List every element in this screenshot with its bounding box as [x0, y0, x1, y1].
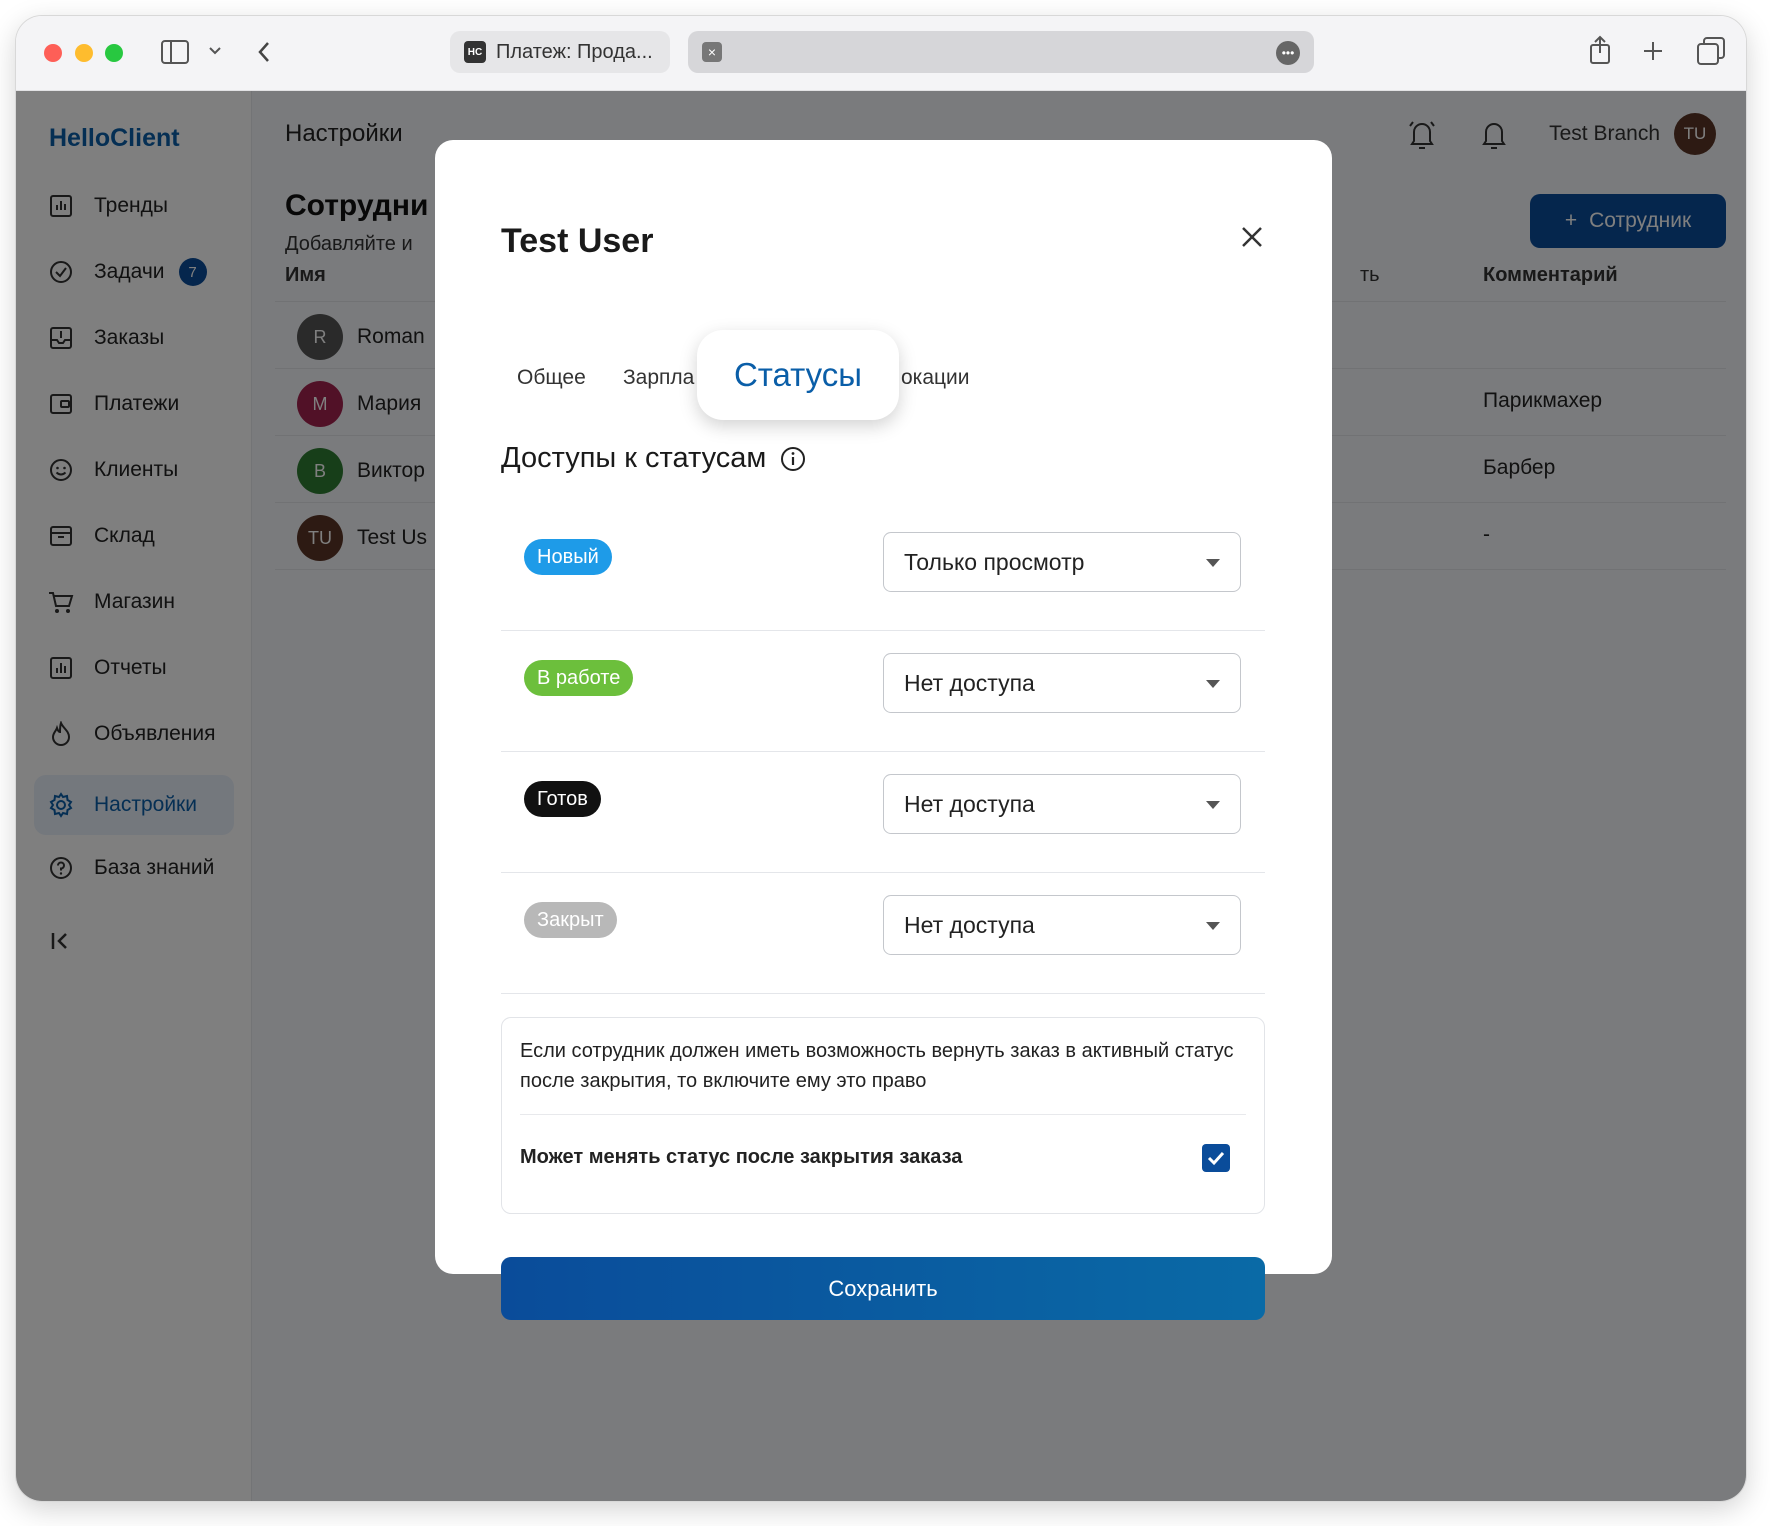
caret-down-icon [1206, 559, 1220, 567]
close-icon[interactable] [1235, 220, 1269, 254]
caret-down-icon [1206, 922, 1220, 930]
select-value: Нет доступа [904, 790, 1035, 817]
status-row: Готов Нет доступа [501, 752, 1265, 873]
status-row: Новый Только просмотр [501, 510, 1265, 631]
maximize-window-button[interactable] [105, 44, 123, 62]
close-tab-icon[interactable]: × [702, 42, 722, 62]
status-access-list: Новый Только просмотр В работе Нет досту… [501, 510, 1265, 994]
status-access-select[interactable]: Нет доступа [883, 895, 1241, 955]
modal-title: Test User [501, 222, 654, 260]
tab-statuses[interactable]: Статусы [697, 330, 899, 420]
more-icon[interactable]: ••• [1276, 41, 1300, 65]
reopen-permission-box: Если сотрудник должен иметь возможность … [501, 1017, 1265, 1214]
save-button[interactable]: Сохранить [501, 1257, 1265, 1320]
browser-tab-title: Платеж: Прода... [496, 40, 653, 63]
reopen-checkbox-label: Может менять статус после закрытия заказ… [520, 1146, 963, 1168]
status-badge: Готов [524, 781, 601, 817]
minimize-window-button[interactable] [75, 44, 93, 62]
reopen-note: Если сотрудник должен иметь возможность … [520, 1040, 1234, 1092]
tab-general[interactable]: Общее [517, 366, 586, 390]
checkmark-icon [1207, 1151, 1225, 1166]
status-row: В работе Нет доступа [501, 631, 1265, 752]
status-row: Закрыт Нет доступа [501, 873, 1265, 994]
share-icon[interactable] [1588, 34, 1612, 66]
status-access-select[interactable]: Нет доступа [883, 774, 1241, 834]
close-window-button[interactable] [44, 44, 62, 62]
status-access-heading: Доступы к статусам [501, 442, 806, 475]
select-value: Нет доступа [904, 669, 1035, 696]
status-access-select[interactable]: Только просмотр [883, 532, 1241, 592]
status-access-select[interactable]: Нет доступа [883, 653, 1241, 713]
browser-tab[interactable]: HC Платеж: Прода... [450, 31, 670, 73]
status-badge: В работе [524, 660, 634, 696]
caret-down-icon [1206, 801, 1220, 809]
tabs-overview-icon[interactable] [1696, 36, 1726, 66]
select-value: Нет доступа [904, 911, 1035, 938]
employee-modal: Test User Общее Зарпла окации Статусы До… [435, 140, 1332, 1320]
address-bar[interactable]: × ••• [688, 31, 1314, 73]
info-icon[interactable] [780, 446, 806, 472]
divider [520, 1114, 1246, 1115]
sidebar-toggle-icon[interactable] [160, 38, 190, 66]
reopen-checkbox[interactable] [1202, 1144, 1230, 1172]
status-badge: Закрыт [524, 902, 617, 938]
caret-down-icon [1206, 680, 1220, 688]
new-tab-icon[interactable] [1642, 40, 1664, 62]
status-access-title: Доступы к статусам [501, 442, 767, 474]
tab-locations[interactable]: окации [901, 366, 970, 390]
favicon-icon: HC [464, 41, 486, 63]
status-badge: Новый [524, 539, 612, 575]
tab-salary[interactable]: Зарпла [623, 366, 694, 390]
browser-toolbar: HC Платеж: Прода... × ••• [16, 16, 1746, 91]
chevron-down-icon[interactable] [208, 46, 222, 56]
browser-window: HC Платеж: Прода... × ••• HelloClient Тр… [16, 16, 1746, 1501]
select-value: Только просмотр [904, 548, 1085, 575]
back-icon[interactable] [256, 40, 272, 64]
modal-tabs: Общее Зарпла окации Статусы [501, 330, 1261, 420]
